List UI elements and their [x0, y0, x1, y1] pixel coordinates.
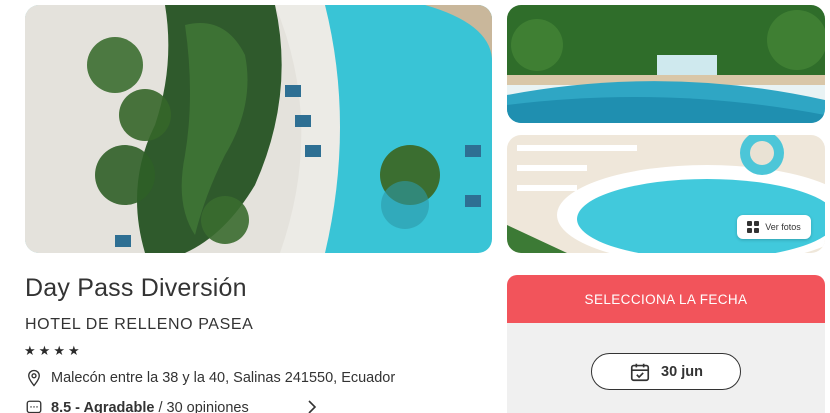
select-date-header[interactable]: SELECCIONA LA FECHA [507, 275, 825, 323]
date-value: 30 jun [661, 363, 703, 380]
view-photos-label: Ver fotos [765, 222, 801, 232]
address-text: Malecón entre la 38 y la 40, Salinas 241… [51, 370, 396, 386]
chevron-right-icon[interactable] [306, 400, 318, 413]
main-photo[interactable] [25, 5, 492, 253]
address-row: Malecón entre la 38 y la 40, Salinas 241… [25, 369, 395, 387]
calendar-icon [630, 363, 650, 381]
star-icon: ★ [24, 343, 36, 358]
view-photos-button[interactable]: Ver fotos [737, 215, 811, 239]
gallery-photo-pool-palms[interactable] [507, 5, 825, 123]
gallery-photo-pool-loungers[interactable]: Ver fotos [507, 135, 825, 253]
booking-panel: 30 jun [507, 323, 825, 413]
star-icon: ★ [38, 343, 51, 358]
rating-score: 8.5 - Agradable [51, 400, 155, 413]
rating-row[interactable]: 8.5 - Agradable / 30 opiniones [25, 399, 249, 413]
chat-bubble-icon [26, 400, 42, 413]
location-pin-icon [28, 369, 40, 387]
star-icon: ★ [53, 343, 65, 358]
star-icon: ★ [67, 343, 80, 358]
grid-icon [747, 221, 760, 233]
star-rating: ★ ★ ★ ★ [24, 343, 80, 359]
listing-title: Day Pass Diversión [25, 274, 247, 302]
date-picker-button[interactable]: 30 jun [591, 353, 741, 390]
rating-reviews: / 30 opiniones [158, 400, 249, 413]
hotel-name: HOTEL DE RELLENO PASEA [25, 316, 254, 333]
